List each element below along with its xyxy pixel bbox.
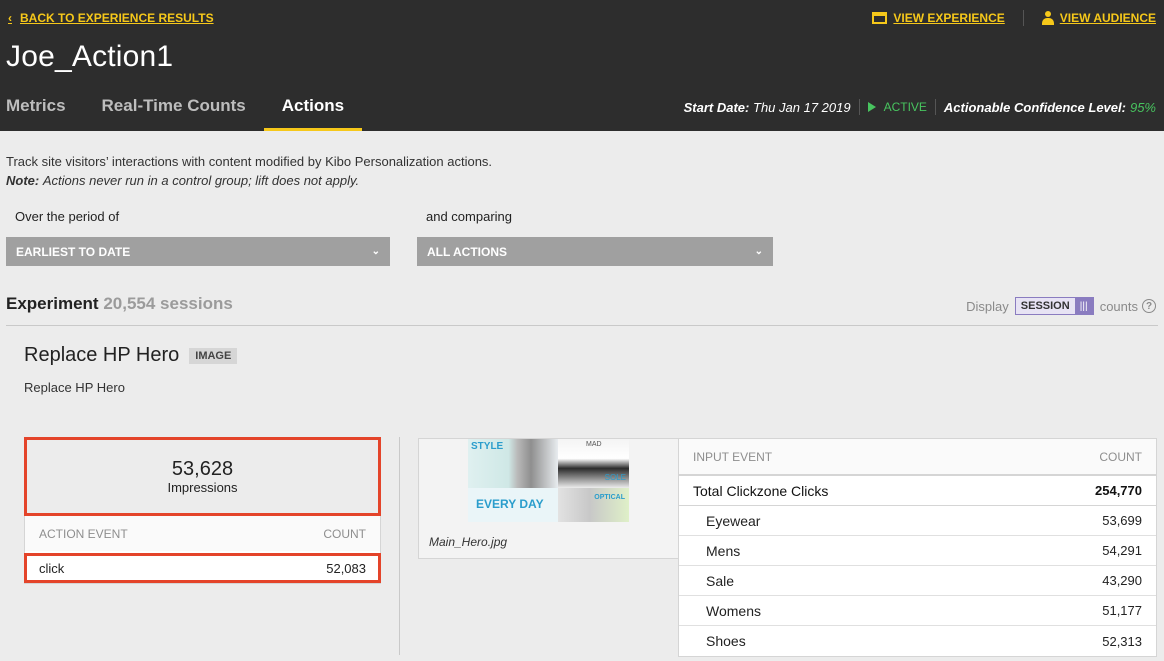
view-experience-label: VIEW EXPERIENCE [893,11,1005,25]
input-event-count: 54,291 [1102,543,1142,558]
hero-thumbnail: STYLE MAD SOLE EVERY DAY OPTICAL [468,439,629,522]
total-count: 254,770 [1095,483,1142,498]
compare-label: and comparing [426,209,512,224]
session-option[interactable]: SESSION [1015,298,1075,314]
thumb-tile: EVERY DAY [468,488,558,522]
col-input-event: INPUT EVENT [693,449,773,464]
image-preview-card: STYLE MAD SOLE EVERY DAY OPTICAL Main_Her… [418,438,680,559]
table-row: Shoes 52,313 [679,626,1156,656]
compare-select[interactable]: ALL ACTIONS ⌄ [417,237,773,266]
col-count: COUNT [323,526,366,541]
input-event-count: 52,313 [1102,633,1142,649]
help-icon[interactable]: ? [1142,299,1156,313]
back-link-label: BACK TO EXPERIENCE RESULTS [20,11,214,25]
page-title: Joe_Action1 [6,40,174,73]
input-event-name: Shoes [706,633,746,649]
chevron-down-icon: ⌄ [371,246,380,257]
display-label: Display [966,298,1009,314]
table-row: Sale 43,290 [679,566,1156,596]
experiment-heading: Experiment 20,554 sessions [6,294,233,314]
status-badge: ACTIVE [867,100,927,114]
input-event-name: Womens [706,602,761,619]
action-title-text: Replace HP Hero [24,344,180,366]
divider [6,325,1158,326]
view-audience-link[interactable]: VIEW AUDIENCE [1041,11,1156,25]
input-event-count: 43,290 [1102,573,1142,588]
image-caption: Main_Hero.jpg [429,535,508,549]
note: Note: Actions never run in a control gro… [6,171,492,190]
input-event-name: Mens [706,542,741,559]
period-select-value: EARLIEST TO DATE [16,244,131,259]
play-icon [867,102,876,112]
tab-metrics[interactable]: Metrics [0,90,84,131]
confidence-label: Actionable Confidence Level: [943,99,1126,115]
input-event-table: INPUT EVENT COUNT Total Clickzone Clicks… [678,438,1157,657]
action-event-table: ACTION EVENT COUNT click 52,083 [24,516,381,584]
thumb-tile: STYLE [468,439,558,488]
divider [399,437,400,655]
confidence-value: 95% [1129,99,1156,115]
col-action-event: ACTION EVENT [39,526,128,541]
period-select[interactable]: EARLIEST TO DATE ⌄ [6,237,390,266]
header-actions: VIEW EXPERIENCE VIEW AUDIENCE [872,10,1156,26]
table-header: ACTION EVENT COUNT [25,516,380,551]
display-control: Display SESSION ||| counts ? [966,297,1156,315]
table-header: INPUT EVENT COUNT [679,439,1156,476]
table-row: click 52,083 [24,553,381,583]
counts-label: counts [1099,298,1138,314]
impressions-label: Impressions [167,480,238,495]
description-text: Track site visitors’ interactions with c… [6,154,493,169]
chevron-down-icon: ⌄ [754,246,763,257]
input-event-name: Sale [706,572,735,589]
event-name: click [39,560,65,576]
note-text: Actions never run in a control group; li… [42,173,360,188]
total-label: Total Clickzone Clicks [693,482,829,499]
input-event-count: 53,699 [1102,513,1142,528]
divider [934,99,936,115]
user-icon [1041,11,1054,25]
experiment-label: Experiment [6,294,99,313]
action-subtitle: Replace HP Hero [24,380,125,395]
input-event-count: 51,177 [1102,603,1142,618]
chevron-left-icon: ‹ [8,11,12,25]
view-experience-link[interactable]: VIEW EXPERIENCE [872,11,1005,25]
divider [1022,10,1024,26]
start-date-label: Start Date: [683,99,750,115]
thumb-tile: OPTICAL [558,488,629,522]
table-row: Mens 54,291 [679,536,1156,566]
view-audience-label: VIEW AUDIENCE [1059,11,1156,25]
experiment-sessions: 20,554 sessions [103,294,233,313]
period-label: Over the period of [15,209,120,224]
divider [858,99,860,115]
tab-actions[interactable]: Actions [263,90,363,131]
status-bar: Start Date: Thu Jan 17 2019 ACTIVE Actio… [684,99,1156,115]
back-to-results-link[interactable]: ‹ BACK TO EXPERIENCE RESULTS [8,11,214,25]
action-type-badge: IMAGE [189,347,238,364]
bars-icon[interactable]: ||| [1074,298,1093,314]
status-label: ACTIVE [883,100,927,114]
window-icon [872,12,888,24]
thumb-tile: MAD SOLE [558,439,629,488]
note-label: Note: [6,173,40,188]
tab-bar: Metrics Real-Time Counts Actions [0,90,363,131]
action-title: Replace HP Hero IMAGE [24,344,238,367]
event-count: 52,083 [326,560,366,576]
table-row: Womens 51,177 [679,596,1156,626]
tab-real-time-counts[interactable]: Real-Time Counts [84,90,264,131]
compare-select-value: ALL ACTIONS [427,244,507,259]
header: ‹ BACK TO EXPERIENCE RESULTS VIEW EXPERI… [0,0,1164,131]
description: Track site visitors’ interactions with c… [6,152,492,190]
input-event-name: Eyewear [706,512,761,529]
total-row: Total Clickzone Clicks 254,770 [679,476,1156,506]
start-date-value: Thu Jan 17 2019 [753,99,851,115]
display-mode-toggle[interactable]: SESSION ||| [1014,297,1094,315]
table-row: Eyewear 53,699 [679,506,1156,536]
col-count: COUNT [1099,449,1142,464]
impressions-value: 53,628 [171,458,234,480]
impressions-summary: 53,628 Impressions [24,437,381,516]
